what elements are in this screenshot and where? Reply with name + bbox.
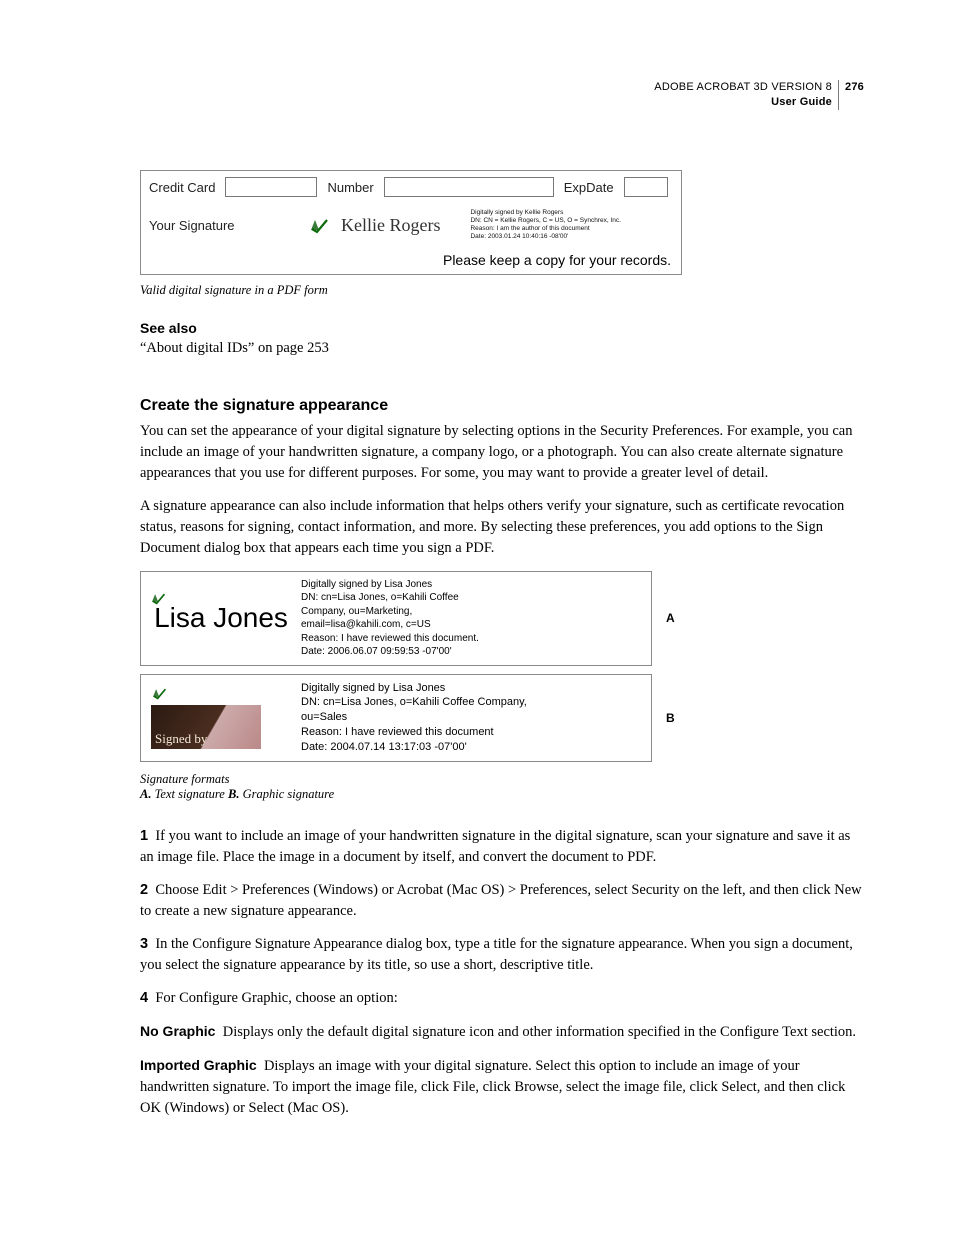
signature-details: Digitally signed by Kellie Rogers DN: CN… (470, 209, 620, 242)
step-3: 3 In the Configure Signature Appearance … (140, 934, 864, 976)
form-footer-note: Please keep a copy for your records. (141, 248, 681, 274)
section-heading: Create the signature appearance (140, 397, 864, 415)
callout-a: A (666, 611, 675, 625)
field-number (384, 177, 554, 197)
running-header: ADOBE ACROBAT 3D VERSION 8 User Guide 27… (654, 80, 864, 110)
valid-signature-icon (151, 686, 169, 705)
valid-signature-icon (212, 609, 230, 628)
label-expdate: ExpDate (564, 180, 614, 195)
option-imported-graphic: Imported Graphic Displays an image with … (140, 1055, 864, 1119)
signature-handwriting: Kellie Rogers (341, 215, 440, 236)
figure2-caption: Signature formats A. Text signature B. G… (140, 772, 864, 802)
figure-form-excerpt: Credit Card Number ExpDate Your Signatur… (140, 170, 682, 275)
page: ADOBE ACROBAT 3D VERSION 8 User Guide 27… (0, 0, 954, 1211)
figure1-caption: Valid digital signature in a PDF form (140, 283, 864, 298)
figure-signature-graphic: Signed by Digitally signed by Lisa Jones… (140, 674, 652, 762)
step-1: 1 If you want to include an image of you… (140, 826, 864, 868)
see-also-heading: See also (140, 320, 864, 336)
label-your-signature: Your Signature (149, 218, 299, 233)
callout-b: B (666, 711, 675, 725)
figure-signature-text: Lisa Jones Digitally signed by Lisa Jone… (140, 571, 652, 666)
signature-b-details: Digitally signed by Lisa Jones DN: cn=Li… (301, 681, 527, 755)
step-2: 2 Choose Edit > Preferences (Windows) or… (140, 880, 864, 922)
header-product: ADOBE ACROBAT 3D VERSION 8 (654, 81, 832, 93)
option-no-graphic: No Graphic Displays only the default dig… (140, 1021, 864, 1043)
step-4: 4 For Configure Graphic, choose an optio… (140, 988, 864, 1009)
label-credit-card: Credit Card (149, 180, 215, 195)
see-also-ref: “About digital IDs” on page 253 (140, 340, 864, 357)
label-number: Number (327, 180, 373, 195)
header-doc: User Guide (771, 96, 832, 108)
valid-signature-icon (309, 216, 331, 234)
signature-photo: Signed by (151, 705, 261, 749)
photo-signed-by: Signed by (155, 731, 207, 747)
field-expdate (624, 177, 668, 197)
section-p2: A signature appearance can also include … (140, 496, 864, 559)
signature-a-details: Digitally signed by Lisa Jones DN: cn=Li… (301, 578, 479, 659)
page-number: 276 (838, 80, 864, 110)
section-p1: You can set the appearance of your digit… (140, 421, 864, 484)
field-credit-card (225, 177, 317, 197)
